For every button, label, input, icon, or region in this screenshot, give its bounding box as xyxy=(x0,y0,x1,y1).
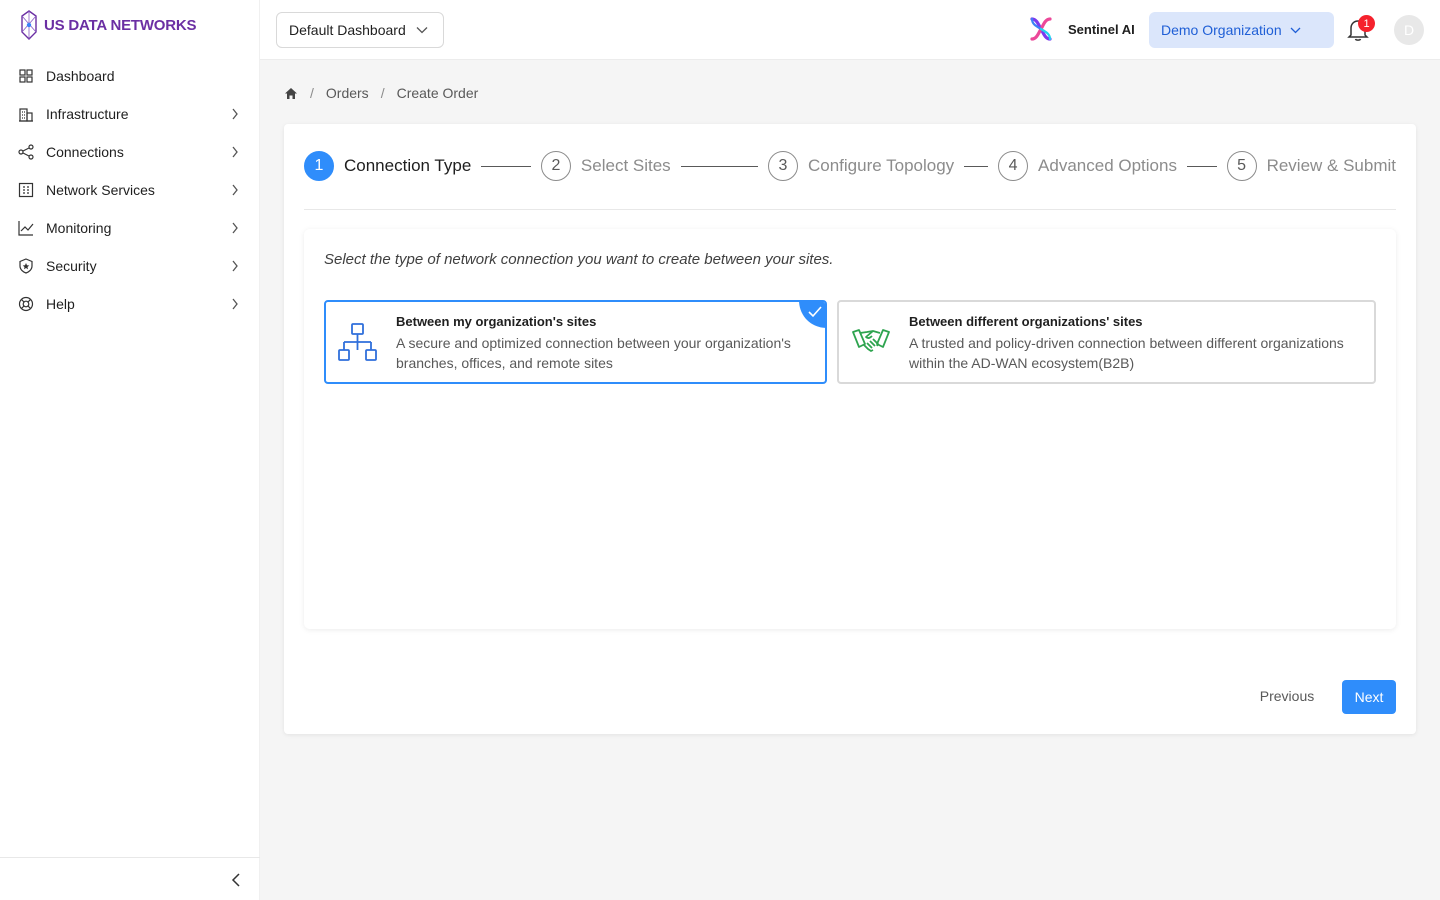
sidebar-item-label: Infrastructure xyxy=(46,106,129,122)
option-intra-org[interactable]: Between my organization's sites A secure… xyxy=(324,300,827,384)
chevron-down-icon xyxy=(1290,27,1301,33)
shield-icon xyxy=(18,258,34,274)
avatar[interactable]: D xyxy=(1394,15,1424,45)
sentinel-ai-button[interactable]: Sentinel AI xyxy=(1028,16,1135,42)
option-description: A secure and optimized connection betwee… xyxy=(396,335,791,371)
sidebar-item-label: Monitoring xyxy=(46,220,112,236)
step-connector xyxy=(481,165,531,167)
brand-name: US DATA NETWORKS xyxy=(44,16,197,34)
step-connector xyxy=(680,165,758,167)
step-number: 5 xyxy=(1226,151,1257,181)
breadcrumb: / Orders / Create Order xyxy=(284,85,478,101)
sidebar-item-label: Dashboard xyxy=(46,68,115,84)
step-connector xyxy=(1186,165,1217,167)
organization-select[interactable]: Demo Organization xyxy=(1149,12,1334,48)
step-label: Advanced Options xyxy=(1038,156,1177,175)
steps-divider xyxy=(304,209,1396,210)
step-review-submit[interactable]: 5 Review & Submit xyxy=(1226,151,1396,181)
sidebar-item-dashboard[interactable]: Dashboard xyxy=(0,57,260,95)
chevron-down-icon xyxy=(416,27,428,34)
create-order-card: 1 Connection Type 2 Select Sites 3 Confi… xyxy=(284,124,1416,734)
step-label: Configure Topology xyxy=(808,156,955,175)
step-number: 2 xyxy=(540,151,571,181)
sidebar-item-help[interactable]: Help xyxy=(0,285,260,323)
option-description: A trusted and policy-driven connection b… xyxy=(909,335,1344,371)
dashboard-select[interactable]: Default Dashboard xyxy=(276,12,444,48)
grid-icon xyxy=(18,68,34,84)
sidebar: US DATA NETWORKS Dashboard Infrastructur… xyxy=(0,0,260,900)
step-label: Select Sites xyxy=(580,156,671,175)
logo[interactable]: US DATA NETWORKS xyxy=(20,10,197,40)
step-number: 4 xyxy=(998,151,1029,181)
org-chart-icon xyxy=(338,322,378,362)
line-chart-icon xyxy=(18,220,34,236)
notification-badge: 1 xyxy=(1358,15,1375,32)
lifebuoy-icon xyxy=(18,296,34,312)
chevron-right-icon xyxy=(228,221,242,235)
step-connector xyxy=(964,165,989,167)
step-number: 3 xyxy=(768,151,798,181)
sidebar-footer xyxy=(0,857,260,900)
sidebar-item-label: Connections xyxy=(46,144,124,160)
network-services-icon xyxy=(18,182,34,198)
step-connection-type[interactable]: 1 Connection Type xyxy=(304,151,471,181)
breadcrumb-separator: / xyxy=(380,85,385,101)
top-header: Default Dashboard Sentinel AI Demo Organ… xyxy=(260,0,1440,60)
step-select-sites[interactable]: 2 Select Sites xyxy=(540,151,671,181)
sentinel-ai-label: Sentinel AI xyxy=(1068,21,1135,37)
breadcrumb-current: Create Order xyxy=(396,85,479,101)
sidebar-nav: Dashboard Infrastructure Connections Net… xyxy=(0,57,260,323)
connection-type-panel: Select the type of network connection yo… xyxy=(304,229,1396,629)
step-number: 1 xyxy=(304,151,334,181)
sentinel-logo-icon xyxy=(1030,17,1052,41)
sidebar-item-network-services[interactable]: Network Services xyxy=(0,171,260,209)
sidebar-item-label: Security xyxy=(46,258,97,274)
dashboard-select-value: Default Dashboard xyxy=(289,22,406,38)
logo-icon xyxy=(21,10,37,40)
breadcrumb-orders[interactable]: Orders xyxy=(326,85,369,101)
chevron-right-icon xyxy=(228,107,242,121)
organization-select-value: Demo Organization xyxy=(1161,22,1282,38)
handshake-icon xyxy=(851,322,891,362)
chevron-left-icon xyxy=(231,873,240,887)
collapse-sidebar-button[interactable] xyxy=(226,870,246,890)
next-button[interactable]: Next xyxy=(1342,680,1396,714)
option-inter-org[interactable]: Between different organizations' sites A… xyxy=(837,300,1376,384)
chevron-right-icon xyxy=(228,297,242,311)
sidebar-item-connections[interactable]: Connections xyxy=(0,133,260,171)
share-icon xyxy=(18,144,34,160)
step-label: Connection Type xyxy=(344,156,472,175)
step-label: Review & Submit xyxy=(1266,156,1396,175)
previous-button[interactable]: Previous xyxy=(1246,680,1328,712)
home-icon[interactable] xyxy=(284,87,298,100)
breadcrumb-separator: / xyxy=(310,85,314,101)
chevron-right-icon xyxy=(228,183,242,197)
sidebar-item-label: Network Services xyxy=(46,182,155,198)
option-title: Between my organization's sites xyxy=(396,314,597,329)
selected-check-icon xyxy=(799,302,825,328)
sidebar-item-monitoring[interactable]: Monitoring xyxy=(0,209,260,247)
sidebar-item-infrastructure[interactable]: Infrastructure xyxy=(0,95,260,133)
building-icon xyxy=(18,106,34,122)
chevron-right-icon xyxy=(228,259,242,273)
sidebar-item-security[interactable]: Security xyxy=(0,247,260,285)
sidebar-item-label: Help xyxy=(46,296,75,312)
instruction-text: Select the type of network connection yo… xyxy=(324,251,834,268)
step-advanced-options[interactable]: 4 Advanced Options xyxy=(998,151,1177,181)
step-configure-topology[interactable]: 3 Configure Topology xyxy=(768,151,954,181)
option-title: Between different organizations' sites xyxy=(909,314,1143,329)
wizard-steps: 1 Connection Type 2 Select Sites 3 Confi… xyxy=(304,151,1396,181)
chevron-right-icon xyxy=(228,145,242,159)
